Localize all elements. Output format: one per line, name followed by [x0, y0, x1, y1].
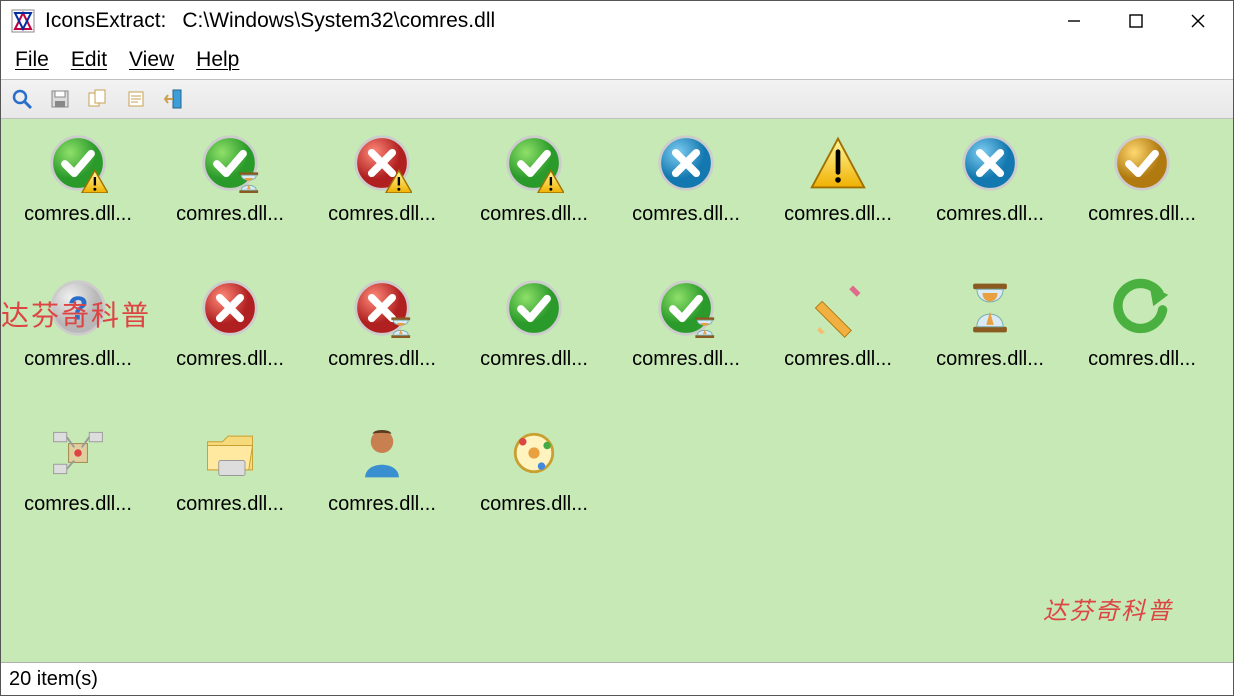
menu-edit[interactable]: Edit — [71, 48, 107, 72]
icon-item[interactable]: comres.dll... — [1067, 125, 1217, 270]
icon-item[interactable]: comres.dll... — [155, 415, 305, 560]
icon-item[interactable]: comres.dll... — [763, 125, 913, 270]
close-button[interactable] — [1167, 1, 1229, 41]
toolbar — [1, 79, 1233, 119]
watermark-bottom: 达芬奇科普 — [1043, 591, 1173, 626]
app-title: IconsExtract: — [45, 9, 166, 33]
icon-item[interactable]: comres.dll... — [307, 415, 457, 560]
question-blue-icon: ? — [46, 276, 110, 340]
icon-label: comres.dll... — [1088, 203, 1196, 226]
menu-file[interactable]: File — [15, 48, 49, 72]
cross-red-icon — [198, 276, 262, 340]
icon-item[interactable]: comres.dll... — [1067, 270, 1217, 415]
hourglass-icon — [958, 276, 1022, 340]
icon-item[interactable]: comres.dll... — [459, 415, 609, 560]
toolbar-copy-button[interactable] — [85, 86, 111, 112]
icon-label: comres.dll... — [936, 203, 1044, 226]
icon-label: comres.dll... — [176, 203, 284, 226]
icon-label: comres.dll... — [784, 348, 892, 371]
cross-blue-icon — [654, 131, 718, 195]
user-icon — [350, 421, 414, 485]
icon-item[interactable]: ? comres.dll... — [3, 270, 153, 415]
icon-item[interactable]: comres.dll... — [155, 270, 305, 415]
icon-label: comres.dll... — [784, 203, 892, 226]
icon-item[interactable]: comres.dll... — [611, 270, 761, 415]
toolbar-save-button[interactable] — [47, 86, 73, 112]
svg-text:?: ? — [68, 289, 89, 327]
icon-item[interactable]: comres.dll... — [3, 415, 153, 560]
title-bar[interactable]: IconsExtract: C:\Windows\System32\comres… — [1, 1, 1233, 41]
check-green-warn-icon — [46, 131, 110, 195]
maximize-button[interactable] — [1105, 1, 1167, 41]
icon-label: comres.dll... — [328, 203, 436, 226]
icon-label: comres.dll... — [480, 348, 588, 371]
component-icon — [46, 421, 110, 485]
toolbar-properties-button[interactable] — [123, 86, 149, 112]
icon-label: comres.dll... — [936, 348, 1044, 371]
file-path: C:\Windows\System32\comres.dll — [182, 9, 1043, 33]
icon-label: comres.dll... — [24, 493, 132, 516]
icon-item[interactable]: comres.dll... — [915, 270, 1065, 415]
warning-triangle-icon — [806, 131, 870, 195]
window-buttons — [1043, 1, 1229, 41]
check-green-hourglass-icon — [654, 276, 718, 340]
icon-label: comres.dll... — [24, 203, 132, 226]
icon-label: comres.dll... — [176, 348, 284, 371]
icon-list-area[interactable]: comres.dll... comres.dll... comres.dll... c… — [1, 119, 1233, 663]
status-item-count: 20 item(s) — [9, 668, 98, 691]
icon-item[interactable]: comres.dll... — [155, 125, 305, 270]
check-green-hourglass-icon — [198, 131, 262, 195]
menu-bar: File Edit View Help — [1, 41, 1233, 79]
icon-label: comres.dll... — [176, 493, 284, 516]
icon-item[interactable]: comres.dll... — [307, 270, 457, 415]
cross-red-warn-icon — [350, 131, 414, 195]
icon-label: comres.dll... — [480, 203, 588, 226]
cross-blue-icon — [958, 131, 1022, 195]
check-green-warn-icon — [502, 131, 566, 195]
icon-item[interactable]: comres.dll... — [611, 125, 761, 270]
check-gold-icon — [1110, 131, 1174, 195]
pencil-icon — [806, 276, 870, 340]
icon-item[interactable]: comres.dll... — [3, 125, 153, 270]
app-icon — [11, 9, 35, 33]
icon-label: comres.dll... — [328, 493, 436, 516]
icon-item[interactable]: comres.dll... — [307, 125, 457, 270]
icon-item[interactable]: comres.dll... — [763, 270, 913, 415]
icon-label: comres.dll... — [24, 348, 132, 371]
icon-label: comres.dll... — [632, 348, 740, 371]
icon-label: comres.dll... — [328, 348, 436, 371]
refresh-arrow-icon — [1110, 276, 1174, 340]
icon-item[interactable]: comres.dll... — [459, 270, 609, 415]
icon-item[interactable]: comres.dll... — [915, 125, 1065, 270]
folder-icon — [198, 421, 262, 485]
atom-icon — [502, 421, 566, 485]
minimize-button[interactable] — [1043, 1, 1105, 41]
toolbar-search-button[interactable] — [9, 86, 35, 112]
menu-view[interactable]: View — [129, 48, 174, 72]
check-green-icon — [502, 276, 566, 340]
icon-label: comres.dll... — [1088, 348, 1196, 371]
icon-label: comres.dll... — [632, 203, 740, 226]
status-bar: 20 item(s) — [1, 663, 1233, 695]
cross-red-hourglass-icon — [350, 276, 414, 340]
icon-label: comres.dll... — [480, 493, 588, 516]
icon-item[interactable]: comres.dll... — [459, 125, 609, 270]
toolbar-exit-button[interactable] — [161, 86, 187, 112]
menu-help[interactable]: Help — [196, 48, 239, 72]
app-window: IconsExtract: C:\Windows\System32\comres… — [0, 0, 1234, 696]
